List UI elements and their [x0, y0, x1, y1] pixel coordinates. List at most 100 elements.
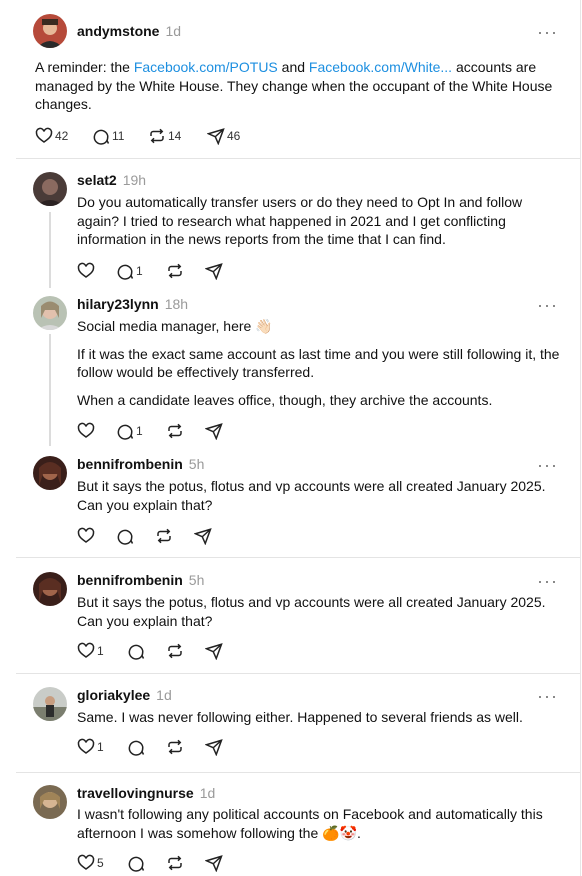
reply-button[interactable]	[116, 526, 134, 546]
avatar[interactable]	[33, 456, 67, 490]
facebook-whitehouse-link[interactable]: Facebook.com/White...	[309, 59, 452, 75]
comment-icon	[117, 529, 134, 545]
action-bar: 1	[77, 737, 237, 757]
post-author[interactable]: bennifrombenin 5h	[77, 572, 204, 588]
post-text: Social media manager, here 👋🏻 If it was …	[77, 317, 567, 409]
reply-count: 1	[136, 264, 143, 278]
avatar[interactable]	[33, 785, 67, 819]
repost-button[interactable]	[155, 526, 173, 546]
avatar[interactable]	[33, 172, 67, 206]
username[interactable]: bennifrombenin	[77, 572, 183, 588]
repost-button[interactable]	[166, 737, 184, 757]
username[interactable]: travellovingnurse	[77, 785, 194, 801]
divider	[16, 557, 580, 558]
heart-icon	[77, 262, 95, 278]
share-icon	[205, 423, 223, 440]
more-icon[interactable]: ···	[537, 23, 558, 41]
reply-count: 1	[136, 424, 143, 438]
post-text-part: A reminder: the	[35, 59, 134, 75]
repost-button[interactable]: 14	[148, 126, 181, 146]
username[interactable]: hilary23lynn	[77, 296, 159, 312]
like-button[interactable]	[77, 526, 95, 546]
username[interactable]: gloriakylee	[77, 687, 150, 703]
post-time: 18h	[164, 296, 189, 312]
more-icon[interactable]: ···	[537, 456, 558, 474]
repost-icon	[168, 739, 182, 755]
reply-button[interactable]	[127, 853, 145, 873]
like-count: 42	[55, 129, 69, 143]
reply-button[interactable]: 1	[116, 421, 143, 441]
share-button[interactable]	[205, 261, 223, 281]
post-paragraph: I wasn't following any political account…	[77, 806, 543, 841]
action-bar: 1	[77, 261, 237, 281]
heart-icon	[77, 642, 95, 658]
comment-icon	[128, 740, 145, 756]
share-button[interactable]: 46	[207, 126, 240, 146]
repost-button[interactable]	[166, 421, 184, 441]
share-button[interactable]	[205, 853, 223, 873]
divider	[16, 772, 580, 773]
share-icon	[194, 528, 212, 545]
repost-button[interactable]	[166, 853, 184, 873]
like-count: 1	[97, 644, 104, 658]
avatar[interactable]	[33, 572, 67, 606]
repost-button[interactable]	[166, 641, 184, 661]
share-button[interactable]	[194, 526, 212, 546]
comment-icon	[93, 129, 110, 145]
share-button[interactable]	[205, 421, 223, 441]
post-paragraph: But it says the potus, flotus and vp acc…	[77, 478, 546, 513]
heart-icon	[77, 527, 95, 543]
repost-icon	[150, 128, 164, 144]
like-button[interactable]: 42	[35, 126, 68, 146]
reply-button[interactable]: 1	[116, 261, 143, 281]
more-icon[interactable]: ···	[537, 296, 558, 314]
like-button[interactable]	[77, 261, 97, 281]
share-icon	[205, 739, 223, 756]
post-author[interactable]: bennifrombenin 5h	[77, 456, 204, 472]
heart-icon	[35, 127, 53, 143]
reply-button[interactable]: 11	[92, 126, 124, 146]
post-paragraph: Same. I was never following either. Happ…	[77, 709, 523, 725]
like-button[interactable]: 5	[77, 853, 104, 873]
post-text: Do you automatically transfer users or d…	[77, 193, 567, 249]
post-time: 1d	[165, 23, 182, 39]
like-button[interactable]: 1	[77, 737, 104, 757]
username[interactable]: andymstone	[77, 23, 159, 39]
username[interactable]: bennifrombenin	[77, 456, 183, 472]
post-text: I wasn't following any political account…	[77, 805, 567, 842]
post-time: 1d	[156, 687, 172, 703]
share-button[interactable]	[205, 641, 223, 661]
post-author[interactable]: hilary23lynn 18h	[77, 296, 188, 312]
share-icon	[205, 263, 223, 280]
repost-icon	[168, 855, 182, 871]
action-bar: 5	[77, 853, 237, 873]
reply-count: 11	[112, 129, 125, 143]
post-author[interactable]: gloriakylee 1d	[77, 687, 172, 703]
post-time: 5h	[188, 456, 205, 472]
share-button[interactable]	[205, 737, 223, 757]
share-icon	[205, 643, 223, 660]
repost-button[interactable]	[166, 261, 184, 281]
like-button[interactable]: 1	[77, 641, 104, 661]
reply-button[interactable]	[127, 737, 145, 757]
reply-button[interactable]	[127, 641, 145, 661]
action-bar: 42 11 14 46	[35, 126, 275, 146]
more-icon[interactable]: ···	[537, 572, 558, 590]
username[interactable]: selat2	[77, 172, 117, 188]
share-icon	[205, 855, 223, 872]
more-icon[interactable]: ···	[537, 687, 558, 705]
facebook-potus-link[interactable]: Facebook.com/POTUS	[134, 59, 278, 75]
heart-icon	[77, 854, 95, 870]
post-text: A reminder: the Facebook.com/POTUS and F…	[35, 58, 560, 114]
post-author[interactable]: andymstone 1d	[77, 23, 181, 39]
post-author[interactable]: selat2 19h	[77, 172, 146, 188]
like-button[interactable]	[77, 421, 97, 441]
post-text: But it says the potus, flotus and vp acc…	[77, 477, 567, 514]
heart-icon	[77, 738, 95, 754]
comment-icon	[117, 424, 134, 440]
avatar[interactable]	[33, 296, 67, 330]
comment-icon	[128, 644, 145, 660]
post-author[interactable]: travellovingnurse 1d	[77, 785, 215, 801]
avatar[interactable]	[33, 14, 67, 48]
avatar[interactable]	[33, 687, 67, 721]
